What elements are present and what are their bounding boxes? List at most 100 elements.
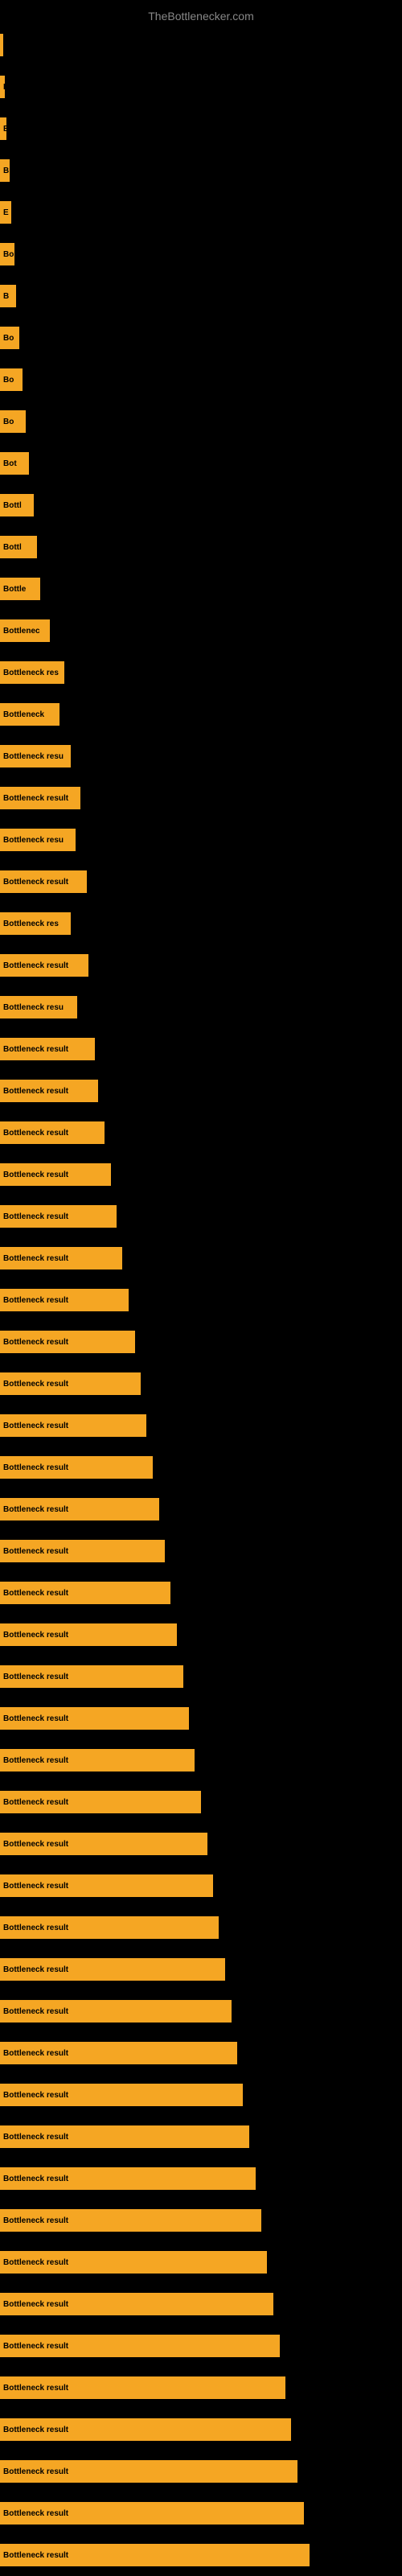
bar-fill: Bottleneck result <box>0 787 80 809</box>
bar-fill: Bottleneck result <box>0 2167 256 2190</box>
bar-fill: Bottleneck result <box>0 1540 165 1562</box>
bar-text: Bottleneck result <box>3 2426 68 2434</box>
bar-fill: Bo <box>0 327 19 349</box>
bar-fill: Bottleneck result <box>0 1247 122 1269</box>
bar-text: Bottleneck result <box>3 2175 68 2183</box>
bars-container: |FEBEBoBBoBoBoBotBottlBottlBottleBottlen… <box>0 24 402 2576</box>
bar-row: Bottleneck resu <box>0 819 402 861</box>
bar-row: Bottleneck result <box>0 1363 402 1405</box>
bar-fill: Bottleneck result <box>0 870 87 893</box>
bar-row: Bottleneck result <box>0 1028 402 1070</box>
bar-fill: Bottleneck result <box>0 2251 267 2274</box>
bar-fill: Bottleneck result <box>0 2209 261 2232</box>
bar-row: Bottleneck result <box>0 2450 402 2492</box>
bar-text: B <box>3 292 9 301</box>
bar-fill: Bottleneck result <box>0 2418 291 2441</box>
bar-text: Bottleneck result <box>3 1965 68 1974</box>
bar-row: Bottleneck result <box>0 777 402 819</box>
bar-fill: Bottleneck result <box>0 1331 135 1353</box>
bar-text: Bottleneck resu <box>3 836 64 845</box>
bar-row: E <box>0 108 402 150</box>
bar-fill: Bo <box>0 410 26 433</box>
bar-row: Bottleneck result <box>0 1195 402 1237</box>
bar-fill: Bottleneck result <box>0 1958 225 1981</box>
bar-text: Bottlenec <box>3 627 40 636</box>
bar-row: Bottleneck result <box>0 2492 402 2534</box>
bar-row: Bottleneck result <box>0 2409 402 2450</box>
bar-fill: Bottleneck result <box>0 1791 201 1813</box>
bar-row: F <box>0 66 402 108</box>
bar-row: Bo <box>0 317 402 359</box>
bar-fill: Bottleneck result <box>0 1749 195 1772</box>
bar-fill: Bottleneck resu <box>0 996 77 1018</box>
bar-fill: Bo <box>0 243 14 265</box>
bar-row: Bottleneck result <box>0 2032 402 2074</box>
bar-fill: Bottleneck result <box>0 1833 207 1855</box>
bar-row: Bottleneck result <box>0 2367 402 2409</box>
bar-row: Bottleneck result <box>0 1112 402 1154</box>
bar-text: Bottleneck res <box>3 920 59 928</box>
bar-text: Bo <box>3 334 14 343</box>
bar-row: Bottleneck result <box>0 2241 402 2283</box>
bar-text: Bottleneck <box>3 710 44 719</box>
bar-row: Bottleneck result <box>0 1948 402 1990</box>
bar-text: Bo <box>3 376 14 385</box>
bar-fill: Bottleneck res <box>0 661 64 684</box>
bar-text: Bottleneck result <box>3 1296 68 1305</box>
bar-row: Bottleneck result <box>0 1781 402 1823</box>
bar-fill: Bottleneck result <box>0 2376 285 2399</box>
bar-fill: Bottleneck result <box>0 1080 98 1102</box>
bar-fill: Bottleneck result <box>0 1665 183 1688</box>
bar-text: Bottleneck result <box>3 2384 68 2393</box>
bar-row: Bottleneck result <box>0 1739 402 1781</box>
bar-text: F <box>3 83 5 92</box>
bar-row: Bottleneck <box>0 693 402 735</box>
bar-row: Bottleneck result <box>0 2534 402 2576</box>
bar-text: Bottleneck result <box>3 1756 68 1765</box>
bar-row: Bottleneck result <box>0 1697 402 1739</box>
bar-text: E <box>3 208 9 217</box>
bar-row: Bottl <box>0 484 402 526</box>
bar-text: Bottleneck result <box>3 1045 68 1054</box>
bar-fill: Bottleneck result <box>0 2042 237 2064</box>
bar-fill: Bottleneck result <box>0 1582 170 1604</box>
bar-fill: Bot <box>0 452 29 475</box>
bar-row: Bottleneck res <box>0 903 402 944</box>
bar-text: Bot <box>3 459 17 468</box>
bar-text: Bottleneck resu <box>3 752 64 761</box>
bar-row: Bottleneck result <box>0 1656 402 1697</box>
bar-text: Bottleneck result <box>3 2342 68 2351</box>
bar-text: Bottleneck result <box>3 1882 68 1891</box>
bar-row: Bottleneck result <box>0 1154 402 1195</box>
bar-text: Bottleneck res <box>3 669 59 677</box>
bar-text: Bottleneck result <box>3 2133 68 2142</box>
bar-text: Bo <box>3 250 14 259</box>
bar-text: Bottleneck resu <box>3 1003 64 1012</box>
bar-row: B <box>0 150 402 191</box>
bar-row: Bottleneck result <box>0 2074 402 2116</box>
bar-text: Bottleneck result <box>3 1673 68 1681</box>
bar-text: Bottleneck result <box>3 1338 68 1347</box>
bar-fill: Bottlenec <box>0 619 50 642</box>
bar-row: Bottleneck result <box>0 2116 402 2158</box>
bar-fill: Bottleneck result <box>0 2084 243 2106</box>
bar-text: Bottle <box>3 585 26 594</box>
bar-text: Bottleneck result <box>3 2509 68 2518</box>
bar-row: Bottleneck result <box>0 1990 402 2032</box>
bar-row: Bot <box>0 442 402 484</box>
bar-row: Bottleneck result <box>0 2158 402 2199</box>
bar-text: Bo <box>3 418 14 426</box>
bar-row: Bottleneck result <box>0 1572 402 1614</box>
bar-text: E <box>3 125 6 134</box>
bar-row: Bottleneck result <box>0 2199 402 2241</box>
bar-text: Bottleneck result <box>3 878 68 887</box>
bar-text: Bottleneck result <box>3 2300 68 2309</box>
bar-text: Bottleneck result <box>3 2091 68 2100</box>
bar-text: Bottleneck result <box>3 1840 68 1849</box>
bar-fill: Bottleneck result <box>0 2125 249 2148</box>
bar-fill: Bottle <box>0 578 40 600</box>
bar-row: Bottleneck result <box>0 1237 402 1279</box>
bar-fill: Bottleneck result <box>0 1707 189 1730</box>
bar-fill: Bottl <box>0 494 34 516</box>
bar-row: Bottl <box>0 526 402 568</box>
